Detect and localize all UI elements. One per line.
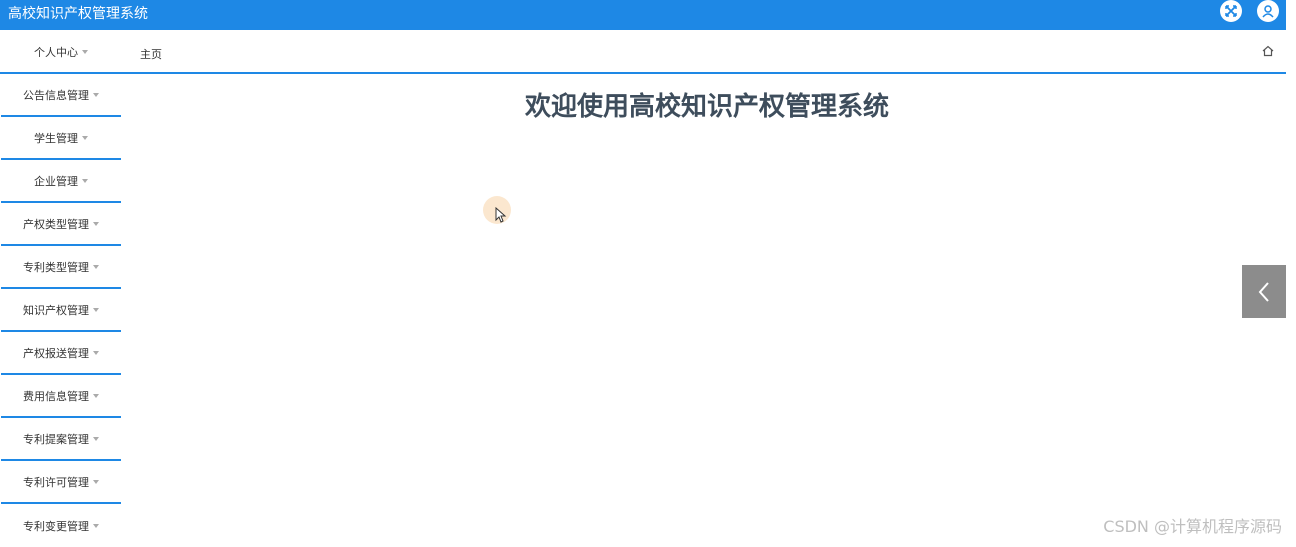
chevron-down-icon (82, 136, 88, 140)
sidebar-item-label: 专利提案管理 (23, 433, 89, 446)
sidebar-item-label: 产权报送管理 (23, 347, 89, 360)
chevron-down-icon (93, 437, 99, 441)
sidebar-item-students[interactable]: 学生管理 (1, 118, 121, 160)
sidebar-item-label: 费用信息管理 (23, 390, 89, 403)
sidebar-item-notice[interactable]: 公告信息管理 (1, 75, 121, 117)
chevron-down-icon (93, 222, 99, 226)
watermark: CSDN @计算机程序源码 (1103, 517, 1282, 536)
chevron-left-icon (1258, 281, 1269, 302)
sidebar-item-ip[interactable]: 知识产权管理 (1, 290, 121, 332)
chevron-down-icon (93, 351, 99, 355)
sidebar-item-fees[interactable]: 费用信息管理 (1, 376, 121, 418)
app-title: 高校知识产权管理系统 (8, 6, 148, 22)
user-icon[interactable] (1257, 0, 1279, 22)
top-bar: 高校知识产权管理系统 (0, 0, 1286, 30)
divider (0, 72, 1286, 74)
sidebar-item-label: 专利许可管理 (23, 476, 89, 489)
chevron-down-icon (93, 308, 99, 312)
fullscreen-icon[interactable] (1220, 0, 1242, 22)
chevron-down-icon (82, 50, 88, 54)
menu-personal-center-label: 个人中心 (34, 46, 78, 59)
sidebar-item-label: 产权类型管理 (23, 218, 89, 231)
chevron-down-icon (82, 179, 88, 183)
collapse-panel-button[interactable] (1242, 265, 1286, 318)
mouse-pointer-icon (495, 207, 507, 223)
sidebar-item-label: 专利变更管理 (23, 520, 89, 533)
menu-personal-center[interactable]: 个人中心 (1, 31, 121, 73)
sidebar-item-patent-types[interactable]: 专利类型管理 (1, 247, 121, 289)
top-menu-row (0, 30, 1286, 74)
sidebar-item-label: 企业管理 (34, 175, 78, 188)
sidebar-item-label: 学生管理 (34, 132, 78, 145)
sidebar-item-label: 专利类型管理 (23, 261, 89, 274)
sidebar-item-label: 知识产权管理 (23, 304, 89, 317)
chevron-down-icon (93, 93, 99, 97)
sidebar-item-label: 公告信息管理 (23, 89, 89, 102)
home-icon[interactable] (1262, 45, 1274, 57)
sidebar-item-property-types[interactable]: 产权类型管理 (1, 204, 121, 246)
tab-home[interactable]: 主页 (140, 46, 162, 62)
sidebar-item-enterprises[interactable]: 企业管理 (1, 161, 121, 203)
chevron-down-icon (93, 480, 99, 484)
welcome-heading: 欢迎使用高校知识产权管理系统 (524, 92, 889, 122)
chevron-down-icon (93, 524, 99, 528)
sidebar-item-property-report[interactable]: 产权报送管理 (1, 333, 121, 375)
sidebar-item-patent-proposal[interactable]: 专利提案管理 (1, 419, 121, 461)
sidebar-item-patent-license[interactable]: 专利许可管理 (1, 462, 121, 504)
chevron-down-icon (93, 394, 99, 398)
chevron-down-icon (93, 265, 99, 269)
sidebar-item-patent-change[interactable]: 专利变更管理 (1, 505, 121, 547)
